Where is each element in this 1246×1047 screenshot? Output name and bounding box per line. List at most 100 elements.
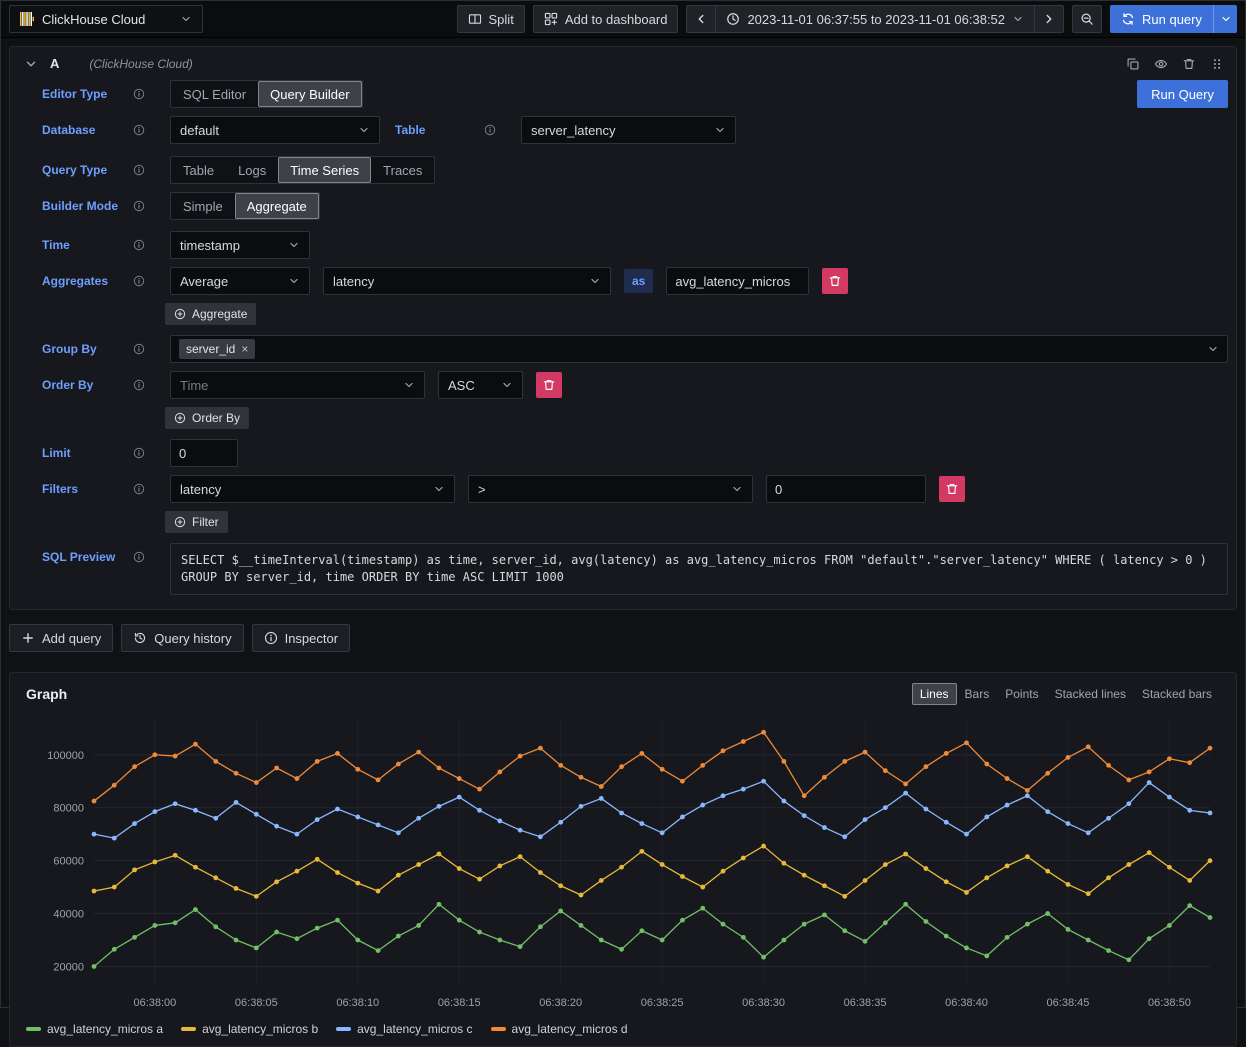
add-query-button[interactable]: Add query [9,624,113,652]
run-query-interval-dropdown[interactable] [1213,5,1237,33]
svg-text:06:38:50: 06:38:50 [1148,997,1191,1009]
graph-mode-points[interactable]: Points [997,683,1046,705]
query-row-letter: A [50,56,59,71]
editor-type-sql-editor[interactable]: SQL Editor [171,81,258,107]
timeseries-chart[interactable]: 06:38:0006:38:0506:38:1006:38:1506:38:20… [22,709,1224,1018]
run-query-button[interactable]: Run query [1110,5,1213,33]
editor-type-label: Editor Type [42,87,107,101]
remove-filter-button[interactable] [939,476,965,502]
drag-query-handle[interactable] [1210,57,1224,71]
legend-swatch [26,1027,41,1031]
query-type-traces[interactable]: Traces [371,157,434,183]
add-order-by-button[interactable]: Order By [165,407,249,429]
split-label: Split [489,12,514,27]
legend-item[interactable]: avg_latency_micros c [336,1022,472,1036]
info-icon[interactable] [133,88,145,100]
aggregate-column-select[interactable]: latency [323,267,611,295]
collapse-query-button[interactable] [24,57,38,71]
graph-mode-bars[interactable]: Bars [957,683,998,705]
add-query-label: Add query [42,631,101,646]
remove-aggregate-button[interactable] [822,268,848,294]
split-button[interactable]: Split [457,5,525,33]
chevron-down-icon [358,124,370,136]
table-value: server_latency [531,123,616,138]
run-query-editor-button[interactable]: Run Query [1137,80,1228,108]
duplicate-query-button[interactable] [1126,57,1140,71]
remove-tag-icon[interactable]: × [241,342,248,356]
svg-text:100000: 100000 [47,750,84,762]
chevron-down-icon [288,239,300,251]
filter-value-input[interactable] [766,475,926,503]
query-type-logs[interactable]: Logs [226,157,278,183]
group-by-tag[interactable]: server_id × [179,339,255,359]
graph-mode-stacked-lines[interactable]: Stacked lines [1047,683,1134,705]
info-icon[interactable] [133,124,145,136]
query-type-table[interactable]: Table [171,157,226,183]
chevron-down-icon [1220,13,1232,25]
sql-preview-text: SELECT $__timeInterval(timestamp) as tim… [170,543,1228,595]
editor-type-query-builder[interactable]: Query Builder [258,81,361,107]
table-select[interactable]: server_latency [521,116,736,144]
svg-text:60000: 60000 [53,856,84,868]
datasource-name: ClickHouse Cloud [42,12,172,27]
order-by-label: Order By [42,378,93,392]
aggregate-function-select[interactable]: Average [170,267,310,295]
inspector-button[interactable]: Inspector [252,624,350,652]
builder-mode-simple[interactable]: Simple [171,193,235,219]
graph-mode-lines[interactable]: Lines [912,683,957,705]
database-select[interactable]: default [170,116,380,144]
query-type-label: Query Type [42,163,107,177]
time-range-button[interactable]: 2023-11-01 06:37:55 to 2023-11-01 06:38:… [715,5,1035,33]
time-shift-forward-button[interactable] [1034,5,1064,33]
add-aggregate-button[interactable]: Aggregate [165,303,256,325]
filter-column-select[interactable]: latency [170,475,455,503]
time-column-select[interactable]: timestamp [170,231,310,259]
legend-item[interactable]: avg_latency_micros b [181,1022,318,1036]
legend-item[interactable]: avg_latency_micros a [26,1022,163,1036]
remove-query-button[interactable] [1182,57,1196,71]
builder-mode-aggregate[interactable]: Aggregate [235,193,319,219]
group-by-tag-label: server_id [186,342,235,356]
info-icon[interactable] [133,239,145,251]
query-history-button[interactable]: Query history [121,624,243,652]
add-filter-button[interactable]: Filter [165,511,228,533]
database-label: Database [42,123,95,137]
info-icon[interactable] [133,343,145,355]
info-icon[interactable] [133,275,145,287]
alias-as-chip[interactable]: as [624,269,653,293]
aggregate-alias-input[interactable] [666,267,809,295]
chevron-down-icon [1012,13,1024,25]
info-icon[interactable] [133,551,145,563]
chart-canvas[interactable]: 06:38:0006:38:0506:38:1006:38:1506:38:20… [22,709,1224,1015]
query-header-actions [1126,57,1224,71]
svg-text:06:38:20: 06:38:20 [539,997,582,1009]
time-column-value: timestamp [180,238,240,253]
info-icon[interactable] [133,200,145,212]
zoom-out-time-button[interactable] [1072,5,1102,33]
svg-text:06:38:10: 06:38:10 [336,997,379,1009]
query-type-time-series[interactable]: Time Series [278,157,371,183]
order-by-field-select[interactable]: Time [170,371,425,399]
limit-input[interactable] [170,439,238,467]
group-by-multiselect[interactable]: server_id × [170,335,1228,363]
graph-mode-stacked-bars[interactable]: Stacked bars [1134,683,1220,705]
info-icon[interactable] [133,379,145,391]
filter-operator-select[interactable]: > [468,475,753,503]
info-icon[interactable] [133,483,145,495]
toggle-query-visibility-button[interactable] [1154,57,1168,71]
time-shift-back-button[interactable] [686,5,716,33]
legend-item[interactable]: avg_latency_micros d [491,1022,628,1036]
remove-order-by-button[interactable] [536,372,562,398]
legend-swatch [491,1027,506,1031]
chevron-down-icon [589,275,601,287]
info-icon[interactable] [484,124,496,136]
legend-series-name: avg_latency_micros a [47,1022,163,1036]
order-by-direction-select[interactable]: ASC [438,371,523,399]
chevron-down-icon [714,124,726,136]
info-icon[interactable] [133,164,145,176]
chevron-right-icon [1042,12,1056,26]
datasource-picker[interactable]: ClickHouse Cloud [9,5,203,33]
time-picker-group: 2023-11-01 06:37:55 to 2023-11-01 06:38:… [686,5,1064,33]
add-to-dashboard-button[interactable]: Add to dashboard [533,5,679,33]
info-icon[interactable] [133,447,145,459]
